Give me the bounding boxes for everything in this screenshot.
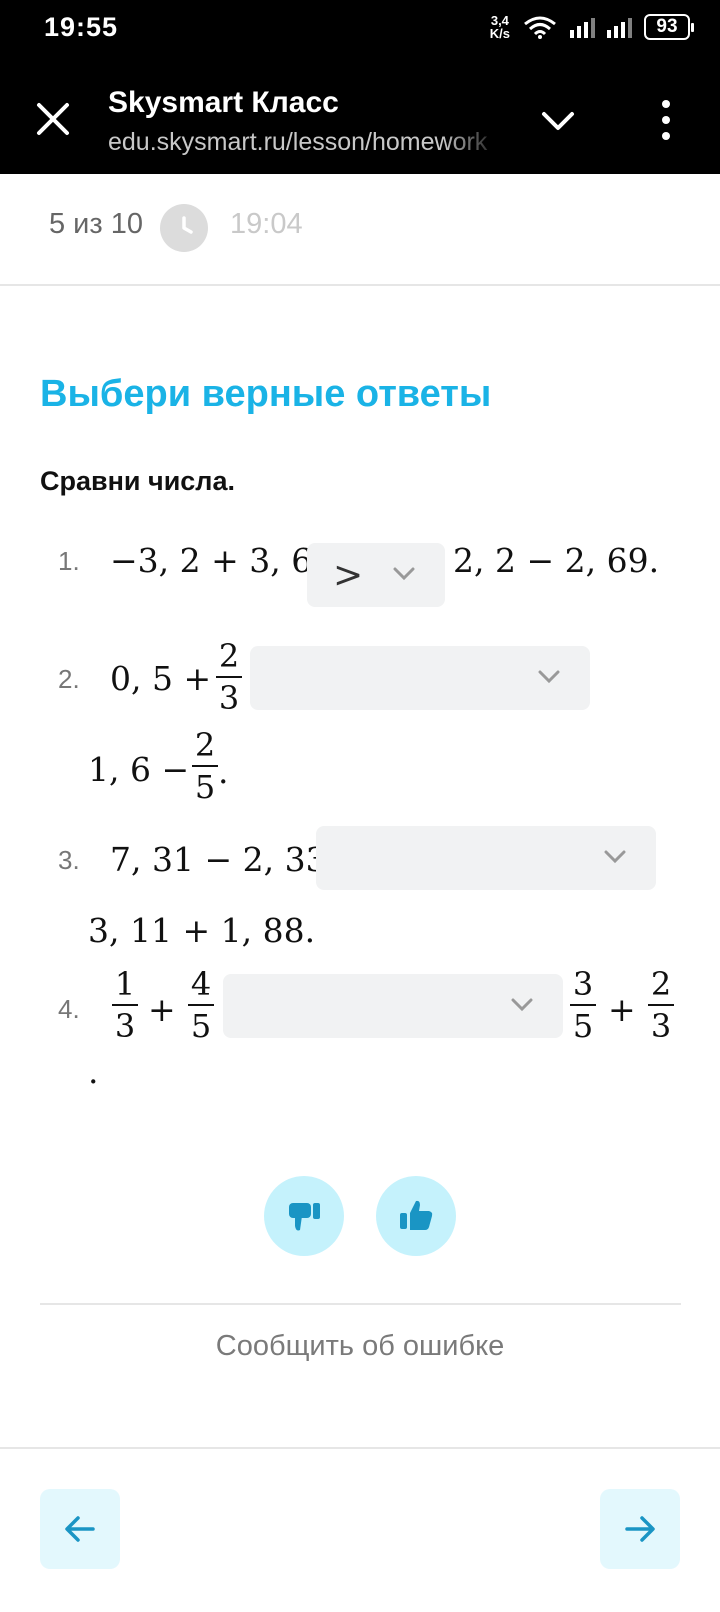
fraction-numerator: 1: [114, 965, 136, 1003]
next-button[interactable]: [600, 1489, 680, 1569]
thumbs-up-icon: [400, 1200, 433, 1230]
task-subtitle: Сравни числа.: [40, 466, 235, 496]
lesson-progress-bar: 5 из 10 19:04: [0, 174, 720, 286]
chevron-down-icon: [393, 567, 415, 581]
fraction-denominator: 5: [190, 1007, 212, 1045]
fraction-numerator: 2: [650, 965, 672, 1003]
item-1-compare-select[interactable]: >: [307, 543, 445, 607]
more-options-icon[interactable]: [652, 100, 680, 140]
network-speed: 3,4 K/s: [490, 14, 510, 40]
item-2-compare-select[interactable]: [250, 646, 590, 710]
clock-icon: [160, 204, 208, 252]
fraction-denominator: 3: [114, 1007, 136, 1045]
status-icons: 3,4 K/s 93: [490, 14, 694, 40]
item-4-fraction-c: 3 5: [570, 966, 596, 1044]
item-2-right-whole: 1, 6 −: [88, 750, 190, 789]
network-speed-unit: K/s: [489, 26, 510, 41]
status-bar: 19:55 3,4 K/s 93: [0, 0, 720, 56]
chevron-down-icon: [511, 998, 533, 1012]
chevron-down-icon[interactable]: [540, 108, 576, 134]
item-2-left-whole: 0, 5 +: [110, 659, 212, 698]
previous-button[interactable]: [40, 1489, 120, 1569]
arrow-right-icon: [625, 1516, 655, 1542]
divider: [0, 1447, 720, 1449]
item-1-number: 1.: [58, 546, 80, 576]
fraction-denominator: 5: [194, 768, 216, 806]
item-4-fraction-d: 2 3: [648, 966, 674, 1044]
item-3-left-expression: 7, 31 − 2, 33: [110, 840, 327, 879]
chevron-down-icon: [604, 850, 626, 864]
wifi-icon: [524, 16, 556, 39]
timer-text: 19:04: [230, 208, 303, 240]
close-icon[interactable]: [36, 102, 70, 136]
fraction-denominator: 3: [650, 1007, 672, 1045]
item-2-right-fraction: 2 5: [192, 727, 218, 805]
item-4-operator-1: +: [148, 990, 176, 1029]
item-2-left-fraction: 2 3: [216, 638, 242, 716]
item-4-operator-2: +: [608, 990, 636, 1029]
task-title: Выбери верные ответы: [40, 373, 492, 415]
thumbs-down-icon: [289, 1203, 320, 1231]
item-1-selected-value: >: [333, 554, 364, 596]
item-1-left-expression: −3, 2 + 3, 6: [110, 541, 313, 580]
item-4-number: 4.: [58, 994, 80, 1024]
item-4-fraction-b: 4 5: [188, 966, 214, 1044]
item-2-number: 2.: [58, 664, 80, 694]
battery-indicator: 93: [644, 14, 694, 40]
fraction-numerator: 4: [190, 965, 212, 1003]
item-4-compare-select[interactable]: [223, 974, 563, 1038]
divider: [40, 1303, 681, 1305]
chevron-down-icon: [538, 670, 560, 684]
item-1-right-expression: 2, 2 − 2, 69.: [453, 541, 660, 580]
fraction-numerator: 3: [572, 965, 594, 1003]
item-3-number: 3.: [58, 845, 80, 875]
status-time: 19:55: [44, 12, 119, 42]
signal-icon: [570, 16, 595, 38]
browser-title: Skysmart Класс: [108, 86, 339, 119]
arrow-left-icon: [65, 1516, 95, 1542]
fraction-denominator: 5: [572, 1007, 594, 1045]
task-counter: 5 из 10: [49, 208, 143, 240]
item-4-fraction-a: 1 3: [112, 966, 138, 1044]
report-error-link[interactable]: Сообщить об ошибке: [0, 1330, 720, 1363]
dislike-button[interactable]: [264, 1176, 344, 1256]
like-button[interactable]: [376, 1176, 456, 1256]
signal-icon-2: [607, 16, 632, 38]
item-3-right-expression: 3, 11 + 1, 88.: [88, 911, 316, 950]
fraction-denominator: 3: [218, 679, 240, 717]
fraction-numerator: 2: [218, 637, 240, 675]
browser-toolbar: Skysmart Класс edu.skysmart.ru/lesson/ho…: [0, 56, 720, 174]
item-3-compare-select[interactable]: [316, 826, 656, 890]
item-4-end: .: [88, 1052, 99, 1091]
browser-url[interactable]: edu.skysmart.ru/lesson/homework: [108, 128, 502, 157]
fraction-numerator: 2: [194, 726, 216, 764]
item-2-end: .: [218, 752, 229, 791]
